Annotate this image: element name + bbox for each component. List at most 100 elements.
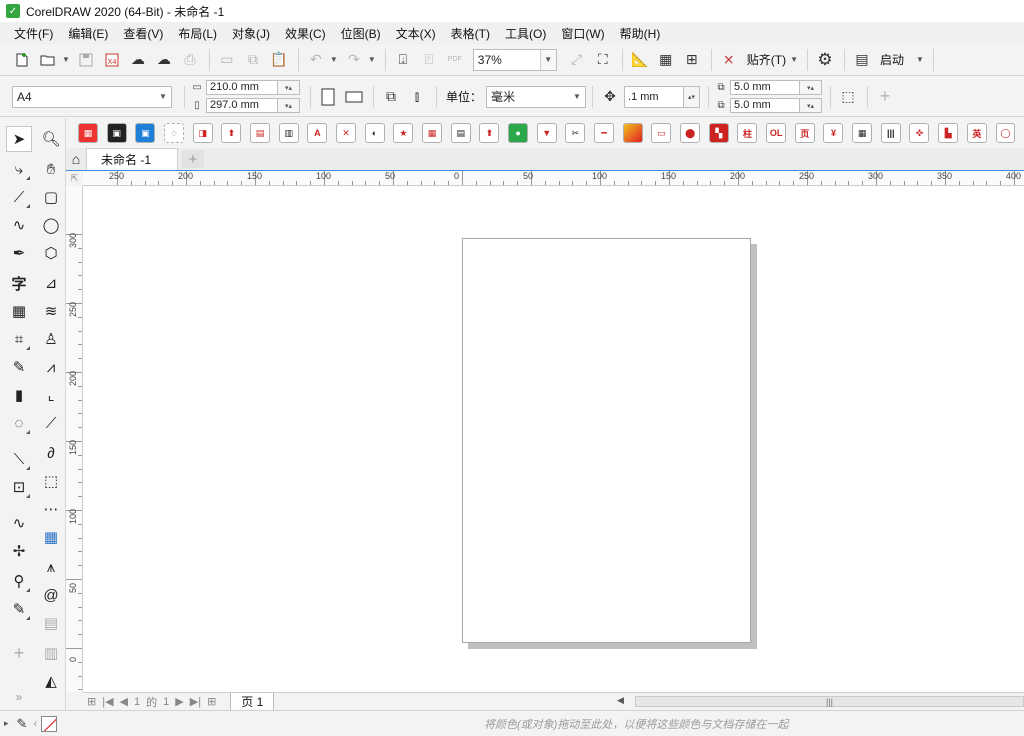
menu-layout[interactable]: 布局(L) (174, 25, 228, 42)
publish-pdf-icon[interactable]: PDF (443, 48, 467, 72)
scroll-left-icon[interactable]: ◀ (617, 695, 624, 706)
palette-item-icon[interactable]: ▤ (250, 123, 271, 143)
zoom-level-combo[interactable]: 37% ▼ (472, 48, 557, 71)
page-width-input[interactable]: 210.0 mm (206, 80, 278, 95)
palette-item-icon[interactable]: 页 (794, 123, 815, 143)
palette-item-icon[interactable]: ▼ (536, 123, 557, 143)
nudge-spinner[interactable]: ▴▾ (684, 85, 701, 108)
copy-icon[interactable]: ⧉ (241, 48, 265, 72)
bezier-tool-icon[interactable]: ∿ (6, 510, 32, 536)
palette-item-icon[interactable]: ▣ (106, 123, 127, 143)
transform-box-icon[interactable]: ⬚ (38, 468, 64, 494)
shape-tool-icon[interactable]: ⟋ (6, 184, 32, 210)
palette-item-icon[interactable]: ▦ (78, 123, 98, 143)
palette-item-icon[interactable]: ▚ (708, 123, 729, 143)
palette-item-icon[interactable]: ★ (393, 123, 414, 143)
blend-nodes-icon[interactable]: ⋯ (38, 496, 64, 522)
freehand-tool-icon[interactable]: ∿ (6, 212, 32, 238)
pattern-icon[interactable]: ▥ (38, 640, 64, 666)
page-insert-after-icon[interactable]: ⊞ (207, 695, 216, 708)
redo-dropdown-icon[interactable]: ▼ (368, 55, 376, 64)
import-icon[interactable]: ⍗ (391, 48, 415, 72)
page-size-combo[interactable]: A4 ▼ (12, 85, 172, 108)
palette-item-icon[interactable]: ▙ (938, 123, 959, 143)
menu-bitmaps[interactable]: 位图(B) (337, 25, 392, 42)
spray-tool-icon[interactable]: ⚲ (6, 568, 32, 594)
export-icon[interactable]: ⍐ (417, 48, 441, 72)
current-page-icon[interactable]: ⫾ (405, 85, 429, 109)
undo-dropdown-icon[interactable]: ▼ (330, 55, 338, 64)
palette-item-icon[interactable]: ◯ (995, 123, 1016, 143)
palette-item-icon[interactable]: ||| (880, 123, 901, 143)
show-rulers-icon[interactable]: 📐 (628, 48, 652, 72)
menu-edit[interactable]: 编辑(E) (64, 25, 119, 42)
lasso-tool-icon[interactable]: ◌ (6, 410, 32, 436)
rectangle-tool-icon[interactable]: ▢ (38, 184, 64, 210)
last-page-icon[interactable]: ▶| (190, 695, 201, 708)
palette-item-icon[interactable]: ◨ (192, 123, 213, 143)
dup-x-spinner[interactable]: ▾▴ (800, 80, 823, 95)
polygon-tool-icon[interactable]: ⬡ (38, 240, 64, 266)
units-combo[interactable]: 毫米 ▼ (486, 85, 587, 108)
page-width-spinner[interactable]: ▾▴ (278, 80, 300, 95)
document-page[interactable] (462, 238, 751, 643)
pen-tool-icon[interactable]: ✒ (6, 240, 32, 266)
menu-file[interactable]: 文件(F) (10, 25, 64, 42)
table-tool-icon[interactable]: ▦ (6, 298, 32, 324)
dup-y-spinner[interactable]: ▾▴ (800, 98, 823, 113)
connector-tool-icon[interactable]: ⊡ (6, 474, 32, 500)
add-document-tab-icon[interactable]: + (182, 150, 204, 168)
pan-tool-icon[interactable]: ✋︎ (38, 156, 64, 182)
freehand-pick-icon[interactable]: ⤷ (6, 156, 32, 182)
graph-paper-icon[interactable]: ▤ (38, 610, 64, 636)
text-tool-icon[interactable]: 字 (6, 270, 32, 296)
zoom-tool-icon[interactable]: 🔍︎ (38, 126, 64, 152)
show-guidelines-icon[interactable]: ⊞ (680, 48, 704, 72)
palette-expand-icon[interactable]: ▸ (4, 718, 9, 729)
menu-effects[interactable]: 效果(C) (281, 25, 337, 42)
snap-off-icon[interactable]: ⨯ (717, 48, 741, 72)
open-folder-icon[interactable] (36, 48, 60, 72)
landscape-icon[interactable] (342, 85, 366, 109)
palette-item-icon[interactable]: ⬆ (221, 123, 242, 143)
palette-item-icon[interactable] (622, 123, 643, 143)
first-page-icon[interactable]: |◀ (102, 695, 113, 708)
palette-item-icon[interactable]: 柱 (737, 123, 758, 143)
artistic-media-icon[interactable]: ≋ (38, 298, 64, 324)
dup-x-input[interactable]: 5.0 mm (730, 80, 801, 95)
palette-item-icon[interactable]: ▦ (422, 123, 443, 143)
page-insert-before-icon[interactable]: ⊞ (87, 695, 96, 708)
grid-paper-icon[interactable]: ▦ (38, 524, 64, 550)
palette-item-icon[interactable]: ¥ (823, 123, 844, 143)
palette-item-icon[interactable]: ▭ (651, 123, 672, 143)
palette-item-icon[interactable]: ⬤ (680, 123, 701, 143)
full-screen-icon[interactable]: ⛶ (591, 48, 615, 72)
palette-item-icon[interactable]: ▤ (450, 123, 471, 143)
portrait-icon[interactable] (316, 85, 340, 109)
launch-button[interactable]: 启动 (876, 48, 908, 72)
palette-item-icon[interactable]: ⬆ (479, 123, 500, 143)
spiral-tool-icon[interactable]: @ (38, 582, 64, 608)
menu-text[interactable]: 文本(X) (392, 25, 447, 42)
chevron-down-icon[interactable]: ▼ (155, 86, 171, 107)
add-icon[interactable]: + (873, 85, 897, 109)
palette-scroll-left-icon[interactable]: ‹ (33, 718, 37, 730)
palette-item-icon[interactable]: ◌ (164, 123, 184, 143)
ruler-origin-icon[interactable]: ⇱ (66, 170, 83, 186)
print-icon[interactable]: ⎙ (178, 48, 202, 72)
snap-dropdown-icon[interactable]: ▼ (790, 55, 798, 64)
bspline-tool-icon[interactable]: ⌞ (38, 382, 64, 408)
palette-item-icon[interactable]: ✂ (565, 123, 586, 143)
chevron-down-icon[interactable]: ▼ (539, 49, 556, 70)
options-gear-icon[interactable]: ⚙ (813, 48, 837, 72)
page-height-spinner[interactable]: ▾▴ (278, 98, 300, 113)
document-eyedropper-icon[interactable]: ✎ (17, 716, 28, 732)
paste-icon[interactable]: 📋 (267, 48, 291, 72)
horizontal-scrollbar[interactable]: ◀ ||| (613, 692, 1024, 710)
add-tool-icon[interactable]: + (6, 640, 32, 666)
menu-object[interactable]: 对象(J) (228, 25, 281, 42)
document-tab[interactable]: 未命名 -1 (86, 148, 178, 170)
undo-icon[interactable]: ↶ (304, 48, 328, 72)
no-color-swatch[interactable] (41, 715, 58, 732)
palette-item-icon[interactable]: A (307, 123, 328, 143)
